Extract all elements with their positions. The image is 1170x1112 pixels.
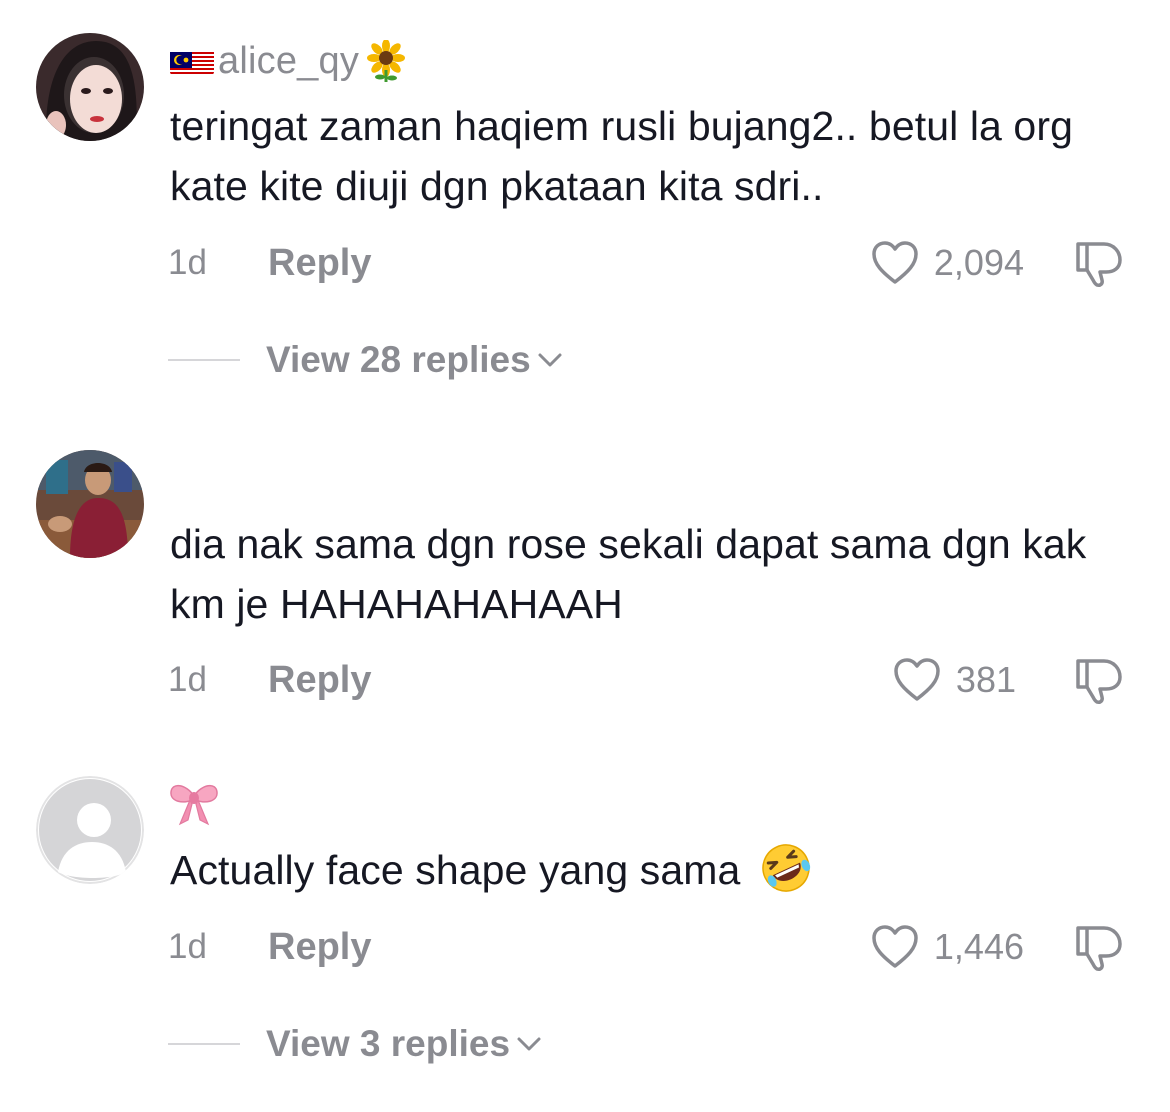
thumbs-down-icon bbox=[1076, 242, 1122, 287]
user-avatar[interactable] bbox=[36, 33, 144, 141]
like-button[interactable]: 381 bbox=[892, 655, 1016, 705]
heart-icon bbox=[872, 241, 918, 284]
heart-icon bbox=[894, 658, 940, 701]
replies-divider bbox=[168, 1043, 240, 1045]
like-count: 2,094 bbox=[933, 242, 1024, 283]
like-button[interactable]: 2,094 bbox=[870, 238, 1024, 288]
thumbs-down-icon bbox=[1076, 926, 1122, 971]
sunflower-icon bbox=[365, 39, 407, 82]
rolling-on-floor-laughing-icon bbox=[760, 842, 812, 894]
comment-text-content: Actually face shape yang sama bbox=[170, 847, 741, 893]
view-replies-label: View 28 replies bbox=[266, 339, 531, 380]
replies-divider bbox=[168, 359, 240, 361]
reply-button[interactable]: Reply bbox=[268, 655, 371, 705]
like-count: 1,446 bbox=[933, 926, 1024, 967]
username[interactable]: alice_qy bbox=[218, 40, 359, 83]
comment-text: dia nak sama dgn rose sekali dapat sama … bbox=[170, 521, 1087, 627]
comment-age: 1d bbox=[168, 927, 207, 966]
view-replies-label: View 3 replies bbox=[266, 1023, 511, 1064]
dislike-button[interactable] bbox=[1070, 238, 1124, 288]
like-button[interactable]: 1,446 bbox=[870, 922, 1024, 972]
user-avatar[interactable] bbox=[36, 450, 144, 558]
comment-age: 1d bbox=[168, 660, 207, 699]
comment-text: Actually face shape yang sama bbox=[170, 840, 1145, 900]
like-count: 381 bbox=[955, 659, 1016, 700]
view-replies-button[interactable]: View 3 replies bbox=[168, 1019, 542, 1069]
view-replies-button[interactable]: View 28 replies bbox=[168, 335, 563, 385]
pink-bow-icon bbox=[168, 780, 220, 826]
heart-icon bbox=[872, 925, 918, 968]
dislike-button[interactable] bbox=[1070, 922, 1124, 972]
username-row[interactable]: alice_qy bbox=[170, 36, 407, 86]
chevron-down-icon bbox=[517, 1037, 541, 1051]
chevron-down-icon bbox=[538, 353, 562, 367]
reply-button[interactable]: Reply bbox=[268, 238, 371, 288]
comment-actions: 1d Reply 2,094 bbox=[0, 238, 1170, 288]
thumbs-down-icon bbox=[1076, 659, 1122, 704]
default-avatar[interactable] bbox=[36, 776, 144, 884]
malaysia-flag-icon bbox=[170, 47, 214, 75]
comment-text: teringat zaman haqiem rusli bujang2.. be… bbox=[170, 103, 1073, 209]
dislike-button[interactable] bbox=[1070, 655, 1124, 705]
reply-button[interactable]: Reply bbox=[268, 922, 371, 972]
comment-age: 1d bbox=[168, 243, 207, 282]
comment-actions: 1d Reply 1,446 bbox=[0, 922, 1170, 972]
comment-actions: 1d Reply 381 bbox=[0, 655, 1170, 705]
